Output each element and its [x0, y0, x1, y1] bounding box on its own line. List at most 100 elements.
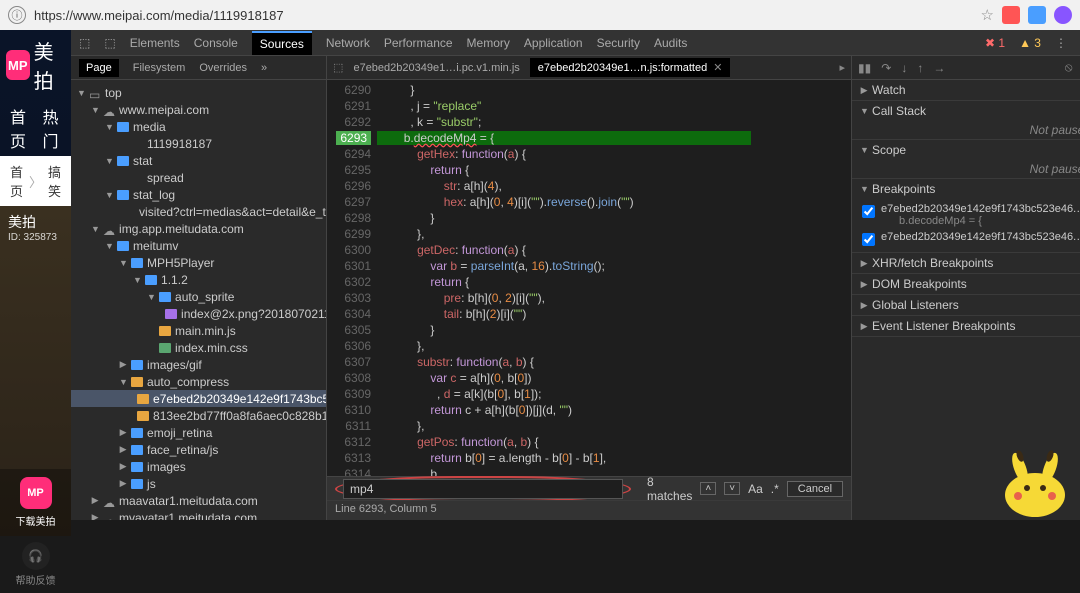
- editor: ⬚ e7ebed2b20349e1…i.pc.v1.min.js e7ebed2…: [327, 56, 851, 520]
- bp-checkbox[interactable]: [862, 205, 875, 218]
- inspect-icon[interactable]: ⬚: [79, 36, 90, 50]
- logo[interactable]: MP 美拍: [0, 30, 71, 100]
- tab-application[interactable]: Application: [524, 36, 583, 50]
- tab-security[interactable]: Security: [597, 36, 640, 50]
- event-bp-section[interactable]: ▶Event Listener Breakpoints: [852, 316, 1080, 336]
- tree-node[interactable]: index.min.css: [71, 339, 326, 356]
- step-icon[interactable]: →: [933, 61, 945, 75]
- close-icon[interactable]: ✕: [713, 61, 722, 74]
- debugger-pane: ▮▮ ↷ ↓ ↑ → ⦸ ⬢ ▶Watch ▼Call Stack Not pa…: [851, 56, 1080, 520]
- file-tabs: ⬚ e7ebed2b20349e1…i.pc.v1.min.js e7ebed2…: [327, 56, 851, 80]
- more-icon[interactable]: ▸: [840, 61, 846, 74]
- site-info-icon[interactable]: ⓘ: [8, 6, 26, 24]
- next-match-button[interactable]: ˅: [724, 482, 740, 495]
- profile-icon[interactable]: [1054, 6, 1072, 24]
- tab-memory[interactable]: Memory: [467, 36, 510, 50]
- devtools-tabbar: ⬚ ⬚ Elements Console Sources Network Per…: [71, 30, 1080, 56]
- url-text[interactable]: https://www.meipai.com/media/1119918187: [34, 8, 973, 23]
- tree-node[interactable]: ▼1.1.2: [71, 271, 326, 288]
- ext-icon[interactable]: [1002, 6, 1020, 24]
- more-icon[interactable]: »: [261, 62, 267, 74]
- tab-audits[interactable]: Audits: [654, 36, 687, 50]
- tree-node[interactable]: ▼auto_compress: [71, 373, 326, 390]
- settings-icon[interactable]: ⋮: [1055, 36, 1067, 50]
- tree-node[interactable]: ▼☁www.meipai.com: [71, 101, 326, 118]
- file-tab[interactable]: e7ebed2b20349e1…i.pc.v1.min.js: [345, 59, 527, 77]
- not-paused-label: Not paused: [852, 160, 1080, 178]
- bp-checkbox[interactable]: [862, 233, 875, 246]
- tab-network[interactable]: Network: [326, 36, 370, 50]
- tree-node[interactable]: ▼MPH5Player: [71, 254, 326, 271]
- tree-node[interactable]: main.min.js: [71, 322, 326, 339]
- tree-node[interactable]: ▶☁maavatar1.meitudata.com: [71, 492, 326, 509]
- tree-node[interactable]: ▼stat: [71, 152, 326, 169]
- tree-node[interactable]: ▼▭top: [71, 84, 326, 101]
- tree-node[interactable]: e7ebed2b20349e142e9f1743bc523…: [71, 390, 326, 407]
- tree-tab-page[interactable]: Page: [79, 59, 119, 77]
- tree-tab-filesystem[interactable]: Filesystem: [133, 62, 186, 74]
- nav-home[interactable]: 首页: [10, 104, 29, 152]
- xhr-bp-section[interactable]: ▶XHR/fetch Breakpoints: [852, 253, 1080, 273]
- crumb-category[interactable]: 搞笑: [48, 162, 61, 200]
- watch-section[interactable]: ▶Watch: [852, 80, 1080, 100]
- feedback-button[interactable]: 🎧 帮助反馈: [0, 536, 71, 593]
- tree-node[interactable]: ▶js: [71, 475, 326, 492]
- breakpoint-item[interactable]: e7ebed2b20349e142e9f1743bc523e46.meipai……: [858, 201, 1080, 229]
- prev-match-button[interactable]: ˄: [700, 482, 716, 495]
- crumb-home[interactable]: 首页: [10, 162, 23, 200]
- dom-bp-section[interactable]: ▶DOM Breakpoints: [852, 274, 1080, 294]
- cancel-button[interactable]: Cancel: [787, 481, 843, 497]
- headset-icon: 🎧: [22, 542, 50, 570]
- tree-node[interactable]: visited?ctrl=medias&act=detail&e_t=…: [71, 203, 326, 220]
- pause-icon[interactable]: ▮▮: [858, 61, 871, 75]
- search-input[interactable]: [343, 479, 623, 499]
- tab-sources[interactable]: Sources: [252, 31, 312, 55]
- devtools: ⬚ ⬚ Elements Console Sources Network Per…: [71, 30, 1080, 520]
- tree-node[interactable]: ▶☁mvavatar1.meitudata.com: [71, 509, 326, 520]
- tree-node[interactable]: ▶images/gif: [71, 356, 326, 373]
- breakpoint-item[interactable]: e7ebed2b20349e142e9f1743bc523e46.meipai…: [858, 229, 1080, 248]
- scope-section[interactable]: ▼Scope: [852, 140, 1080, 160]
- step-into-icon[interactable]: ↓: [901, 61, 907, 75]
- tree-node[interactable]: ▶face_retina/js: [71, 441, 326, 458]
- code-view[interactable]: 6290629162926293629462956296629762986299…: [327, 80, 851, 476]
- breakpoints-section[interactable]: ▼Breakpoints: [852, 179, 1080, 199]
- tree-node[interactable]: index@2x.png?2018070211043…: [71, 305, 326, 322]
- step-out-icon[interactable]: ↑: [917, 61, 923, 75]
- tree-node[interactable]: ▶emoji_retina: [71, 424, 326, 441]
- tree-node[interactable]: ▼☁img.app.meitudata.com: [71, 220, 326, 237]
- bookmark-icon[interactable]: ☆: [981, 6, 994, 24]
- deactivate-bp-icon[interactable]: ⦸: [1065, 60, 1073, 75]
- logo-text: 美拍: [34, 36, 65, 94]
- callstack-section[interactable]: ▼Call Stack: [852, 101, 1080, 121]
- meipai-page: MP 美拍 首页 热门 首页 〉 搞笑 美拍 ID: 325873 MP 下载美…: [0, 30, 71, 520]
- tree-node[interactable]: ▼stat_log: [71, 186, 326, 203]
- file-tab[interactable]: e7ebed2b20349e1…n.js:formatted✕: [530, 58, 731, 77]
- nav-hot[interactable]: 热门: [43, 104, 62, 152]
- tree-node[interactable]: ▼auto_sprite: [71, 288, 326, 305]
- tree-node[interactable]: ▼media: [71, 118, 326, 135]
- regex-button[interactable]: .*: [771, 482, 779, 496]
- tab-elements[interactable]: Elements: [130, 36, 180, 50]
- tree-tabs: Page Filesystem Overrides »: [71, 56, 326, 80]
- device-icon[interactable]: ⬚: [104, 36, 115, 50]
- step-over-icon[interactable]: ↷: [881, 61, 891, 75]
- tab-performance[interactable]: Performance: [384, 36, 453, 50]
- download-app-icon[interactable]: MP: [20, 477, 52, 509]
- tree-node[interactable]: 1119918187: [71, 135, 326, 152]
- ext-icon[interactable]: [1028, 6, 1046, 24]
- match-case-button[interactable]: Aa: [748, 482, 763, 496]
- nav-icon[interactable]: ⬚: [333, 61, 343, 74]
- warning-count[interactable]: ▲ 3: [1019, 36, 1041, 50]
- video-player[interactable]: 美拍 ID: 325873 MP 下载美拍: [0, 206, 71, 536]
- tree-node[interactable]: 813ee2bd77ff0a8fa6aec0c828b16e…: [71, 407, 326, 424]
- debug-controls: ▮▮ ↷ ↓ ↑ → ⦸ ⬢: [852, 56, 1080, 80]
- tree-tab-overrides[interactable]: Overrides: [199, 62, 247, 74]
- top-nav: 首页 热门: [0, 100, 71, 156]
- tree-node[interactable]: ▶images: [71, 458, 326, 475]
- tab-console[interactable]: Console: [194, 36, 238, 50]
- error-count[interactable]: ✖ 1: [985, 36, 1005, 50]
- tree-node[interactable]: spread: [71, 169, 326, 186]
- tree-node[interactable]: ▼meitumv: [71, 237, 326, 254]
- global-listeners-section[interactable]: ▶Global Listeners: [852, 295, 1080, 315]
